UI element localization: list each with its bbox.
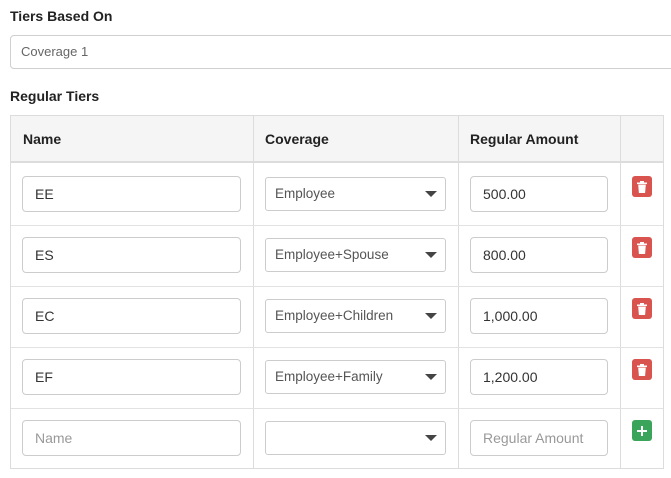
tier-name-input[interactable]: EF bbox=[22, 359, 241, 395]
caret-down-icon bbox=[425, 313, 437, 319]
tiers-based-on-select[interactable]: Coverage 1 bbox=[10, 35, 671, 69]
trash-icon bbox=[637, 363, 647, 376]
table-row: EF Employee+Family 1,200.00 bbox=[11, 347, 663, 408]
regular-tiers-table: Name Coverage Regular Amount EE Employee… bbox=[10, 115, 664, 469]
caret-down-icon bbox=[425, 252, 437, 258]
regular-amount-input[interactable]: 1,200.00 bbox=[470, 359, 608, 395]
delete-tier-button[interactable] bbox=[632, 237, 652, 258]
trash-icon bbox=[637, 302, 647, 315]
regular-amount-input[interactable]: 800.00 bbox=[470, 237, 608, 273]
column-header-regular-amount: Regular Amount bbox=[470, 131, 579, 147]
table-header: Name Coverage Regular Amount bbox=[11, 116, 663, 163]
plus-icon bbox=[637, 425, 647, 436]
new-tier-name-input[interactable]: Name bbox=[22, 420, 241, 456]
table-row-new: Name Regular Amount bbox=[11, 408, 663, 469]
delete-tier-button[interactable] bbox=[632, 176, 652, 197]
caret-down-icon bbox=[425, 374, 437, 380]
table-row: EE Employee 500.00 bbox=[11, 164, 663, 225]
new-regular-amount-input[interactable]: Regular Amount bbox=[470, 420, 608, 456]
coverage-select[interactable]: Employee+Spouse bbox=[265, 238, 446, 272]
delete-tier-button[interactable] bbox=[632, 359, 652, 380]
column-header-name: Name bbox=[23, 131, 62, 147]
regular-amount-input[interactable]: 1,000.00 bbox=[470, 298, 608, 334]
coverage-value: Employee+Family bbox=[275, 369, 383, 384]
caret-down-icon bbox=[425, 435, 437, 441]
table-row: ES Employee+Spouse 800.00 bbox=[11, 225, 663, 286]
coverage-value: Employee bbox=[275, 186, 336, 201]
tier-name-input[interactable]: ES bbox=[22, 237, 241, 273]
tier-name-input[interactable]: EE bbox=[22, 176, 241, 212]
trash-icon bbox=[637, 241, 647, 254]
delete-tier-button[interactable] bbox=[632, 298, 652, 319]
tier-name-input[interactable]: EC bbox=[22, 298, 241, 334]
new-coverage-select[interactable] bbox=[265, 421, 446, 455]
coverage-select[interactable]: Employee+Family bbox=[265, 360, 446, 394]
tiers-based-on-label: Tiers Based On bbox=[10, 8, 113, 24]
coverage-value: Employee+Spouse bbox=[275, 247, 389, 262]
regular-amount-input[interactable]: 500.00 bbox=[470, 176, 608, 212]
coverage-select[interactable]: Employee bbox=[265, 177, 446, 211]
table-row: EC Employee+Children 1,000.00 bbox=[11, 286, 663, 347]
caret-down-icon bbox=[425, 191, 437, 197]
coverage-select[interactable]: Employee+Children bbox=[265, 299, 446, 333]
column-header-coverage: Coverage bbox=[265, 131, 329, 147]
trash-icon bbox=[637, 180, 647, 193]
regular-tiers-label: Regular Tiers bbox=[10, 88, 100, 104]
coverage-value: Employee+Children bbox=[275, 308, 394, 323]
add-tier-button[interactable] bbox=[632, 420, 652, 441]
